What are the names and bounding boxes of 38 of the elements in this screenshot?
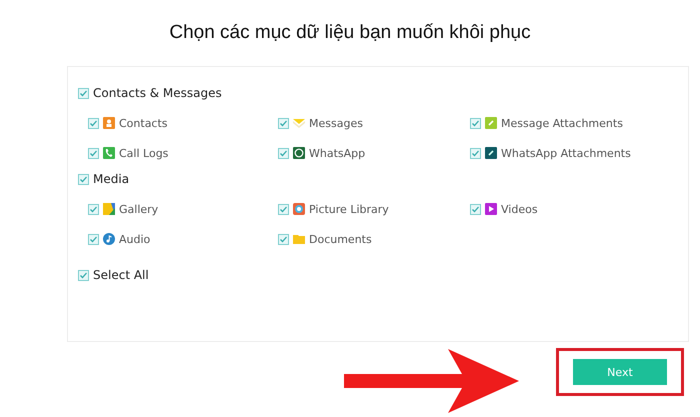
checkbox[interactable] xyxy=(470,118,481,128)
option-label: Picture Library xyxy=(309,202,389,216)
option-label: Call Logs xyxy=(119,146,168,160)
envelope-icon xyxy=(293,117,305,129)
checkbox[interactable] xyxy=(278,118,289,128)
option-label: Documents xyxy=(309,232,372,246)
option-label: Audio xyxy=(119,232,150,246)
checkbox[interactable] xyxy=(88,204,99,214)
option-label: WhatsApp Attachments xyxy=(501,146,631,160)
section-heading: Media xyxy=(93,172,130,186)
option-label: Contacts xyxy=(119,116,168,130)
checkbox[interactable] xyxy=(88,118,99,128)
checkbox[interactable] xyxy=(470,204,481,214)
image-icon xyxy=(103,203,115,215)
next-button[interactable]: Next xyxy=(573,359,667,385)
option-label: Message Attachments xyxy=(501,116,623,130)
checkbox[interactable] xyxy=(278,234,289,244)
checkbox[interactable] xyxy=(88,234,99,244)
select-all-label: Select All xyxy=(93,268,149,282)
option-label: Messages xyxy=(309,116,363,130)
section-heading: Contacts & Messages xyxy=(93,86,222,100)
camera-lens-icon xyxy=(293,203,305,215)
checkbox[interactable] xyxy=(470,148,481,158)
checkbox[interactable] xyxy=(278,204,289,214)
checkbox[interactable] xyxy=(278,148,289,158)
page-title: Chọn các mục dữ liệu bạn muốn khôi phục xyxy=(168,21,532,44)
option-label: Videos xyxy=(501,202,538,216)
phone-icon xyxy=(103,147,115,159)
checkbox[interactable] xyxy=(78,174,89,184)
play-icon xyxy=(485,203,497,215)
checkbox[interactable] xyxy=(78,88,89,98)
folder-icon xyxy=(293,233,305,245)
contact-card-icon xyxy=(103,117,115,129)
checkbox[interactable] xyxy=(78,270,89,280)
music-note-icon xyxy=(103,233,115,245)
option-label: Gallery xyxy=(119,202,158,216)
option-label: WhatsApp xyxy=(309,146,366,160)
checkbox[interactable] xyxy=(88,148,99,158)
